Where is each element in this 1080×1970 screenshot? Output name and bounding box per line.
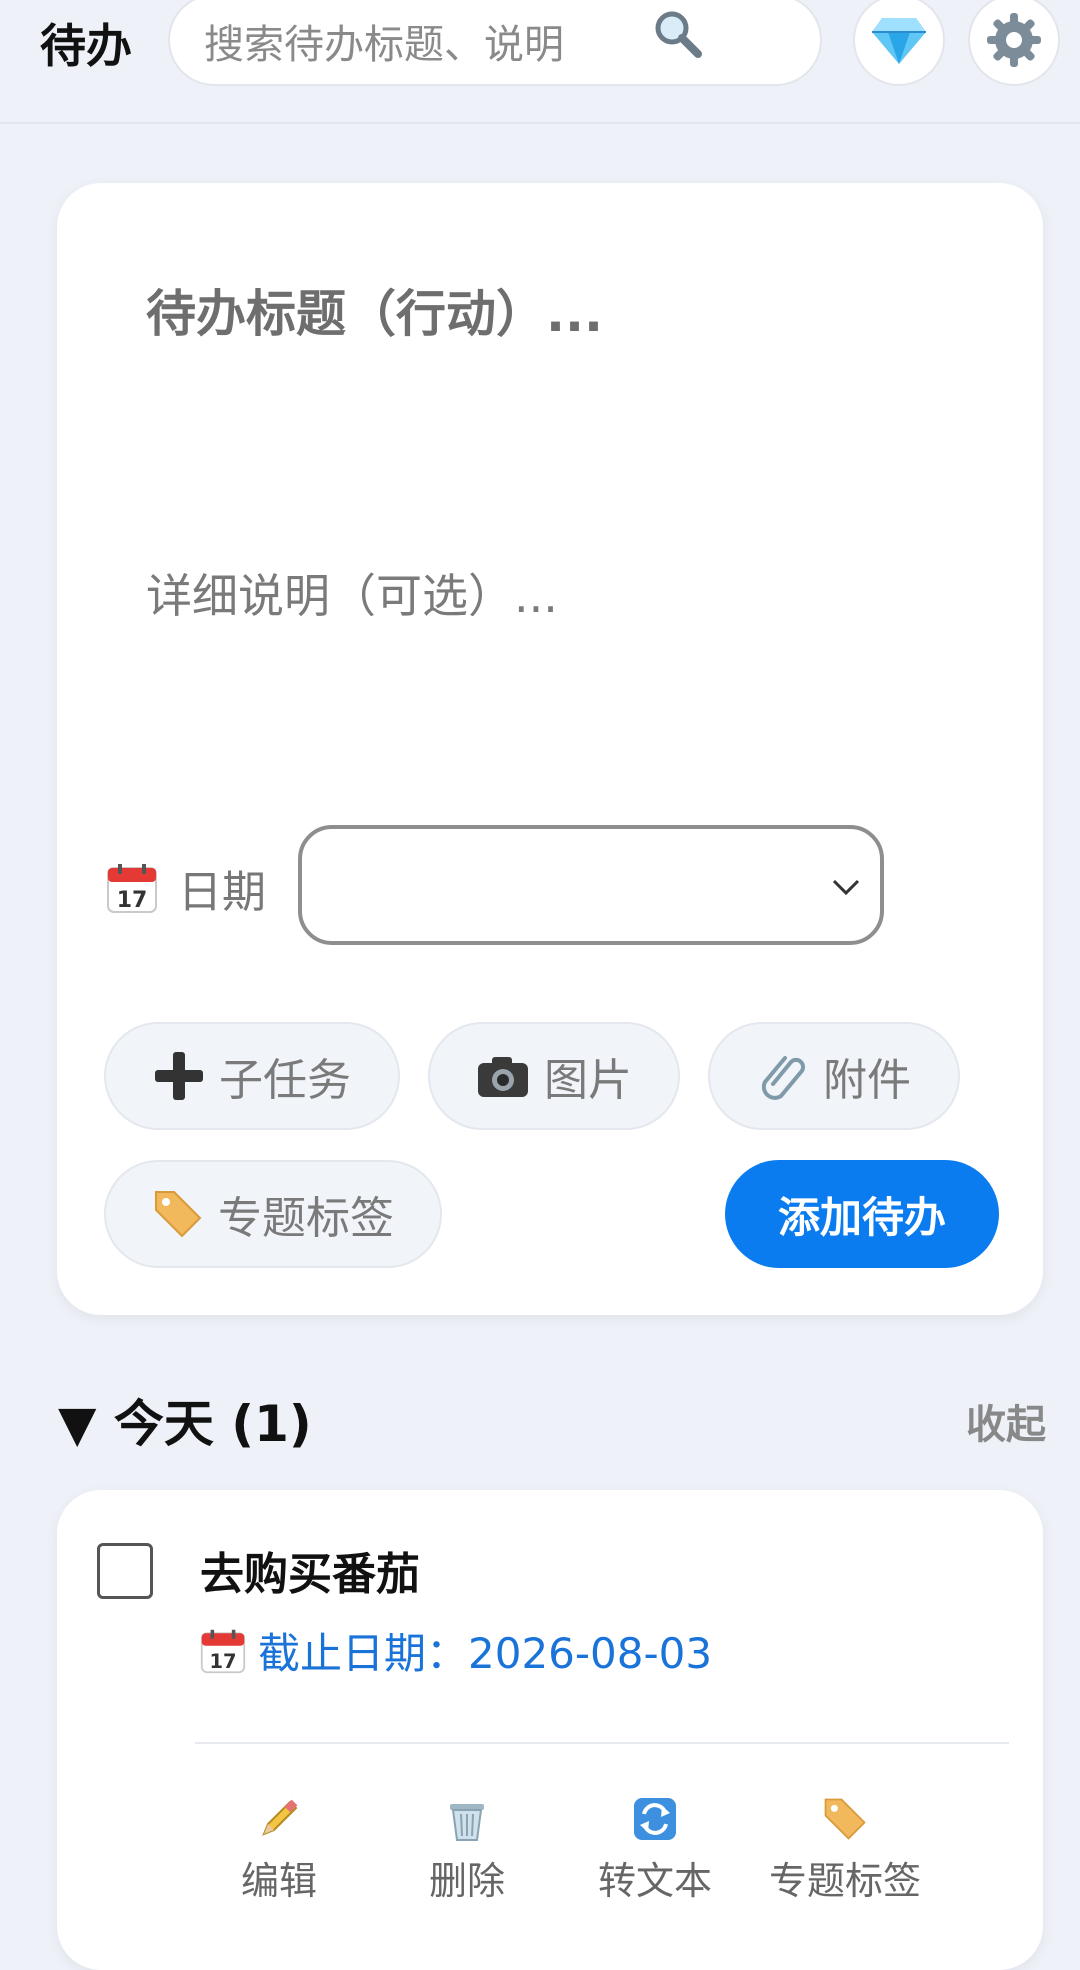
tag-icon (824, 1798, 866, 1840)
todo-title[interactable]: 去购买番茄 (200, 1538, 420, 1602)
search-icon[interactable] (650, 6, 706, 62)
divider (195, 1742, 1009, 1744)
search-input[interactable]: 搜索待办标题、说明 (168, 0, 822, 86)
add-attachment-button[interactable]: 附件 (708, 1022, 960, 1130)
add-image-label: 图片 (544, 1055, 632, 1106)
calendar-icon: 17 (200, 1629, 246, 1673)
topic-tag-button[interactable]: 专题标签 (104, 1160, 442, 1268)
delete-button[interactable]: 删除 (387, 1796, 547, 1905)
add-subtask-button[interactable]: 子任务 (104, 1022, 400, 1130)
tag-icon (155, 1191, 202, 1238)
gear-icon (987, 13, 1041, 67)
todo-tag-button[interactable]: 专题标签 (763, 1796, 927, 1905)
add-todo-button[interactable]: 添加待办 (725, 1160, 999, 1268)
composer-card (57, 183, 1043, 1315)
due-date-text: 截止日期：2026-08-03 (258, 1629, 713, 1678)
pencil-icon (262, 1799, 298, 1836)
date-select[interactable] (298, 825, 884, 945)
due-date-row: 17 截止日期：2026-08-03 (200, 1620, 712, 1681)
edit-button[interactable]: 编辑 (199, 1796, 359, 1905)
search-placeholder: 搜索待办标题、说明 (204, 22, 564, 68)
refresh-icon (634, 1798, 676, 1840)
section-today-heading[interactable]: ▼ 今天 (1) (58, 1384, 312, 1456)
calendar-icon: 17 (107, 864, 157, 913)
svg-text:17: 17 (209, 1649, 236, 1672)
collapse-button[interactable]: 收起 (966, 1392, 1046, 1450)
camera-icon (478, 1057, 528, 1097)
topic-tag-label: 专题标签 (218, 1193, 394, 1244)
add-subtask-label: 子任务 (219, 1055, 351, 1106)
todo-tag-label: 专题标签 (768, 1859, 921, 1903)
trash-icon (450, 1804, 484, 1841)
paperclip-icon (761, 1056, 806, 1100)
settings-button[interactable] (968, 0, 1060, 86)
plus-icon (155, 1052, 203, 1100)
todo-title-input[interactable]: 待办标题（行动）... (146, 274, 603, 346)
gem-icon (872, 18, 926, 64)
add-attachment-label: 附件 (823, 1055, 911, 1106)
convert-to-text-button[interactable]: 转文本 (575, 1796, 735, 1905)
premium-button[interactable] (853, 0, 945, 86)
date-label-group: 17 日期 (106, 856, 266, 920)
chevron-down-icon (832, 879, 860, 896)
top-bar: 待办 搜索待办标题、说明 (0, 0, 1080, 124)
todo-description-input[interactable]: 详细说明（可选）... (146, 560, 558, 626)
todo-checkbox[interactable] (97, 1543, 153, 1599)
convert-to-text-label: 转文本 (597, 1859, 712, 1903)
edit-label: 编辑 (240, 1859, 317, 1903)
svg-text:17: 17 (117, 888, 148, 913)
delete-label: 删除 (428, 1859, 505, 1903)
add-image-button[interactable]: 图片 (428, 1022, 680, 1130)
date-label: 日期 (178, 867, 266, 918)
app-title: 待办 (40, 19, 132, 73)
